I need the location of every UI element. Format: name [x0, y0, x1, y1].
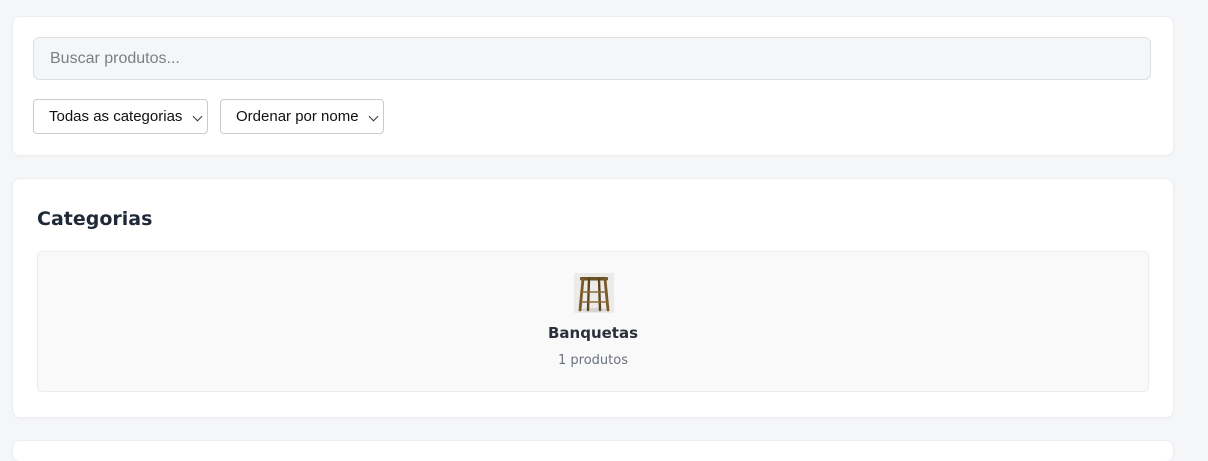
next-panel	[13, 441, 1173, 461]
bar-stool-image	[574, 273, 614, 313]
category-select[interactable]: Todas as categorias	[33, 99, 208, 134]
chevron-down-icon	[368, 111, 379, 122]
sort-select-value: Ordenar por nome	[236, 108, 359, 125]
section-title: Categorias	[37, 208, 153, 230]
category-select-value: Todas as categorias	[49, 108, 183, 125]
chevron-down-icon	[192, 111, 203, 122]
search-input[interactable]	[33, 37, 1151, 80]
sort-select[interactable]: Ordenar por nome	[220, 99, 384, 134]
filters-panel: Todas as categorias Ordenar por nome	[13, 17, 1173, 155]
category-name: Banquetas	[547, 324, 639, 342]
category-product-count: 1 produtos	[558, 353, 628, 368]
categories-panel: Categorias Banquetas 1 produtos	[13, 179, 1173, 417]
category-card-banquetas[interactable]: Banquetas 1 produtos	[37, 251, 1149, 392]
